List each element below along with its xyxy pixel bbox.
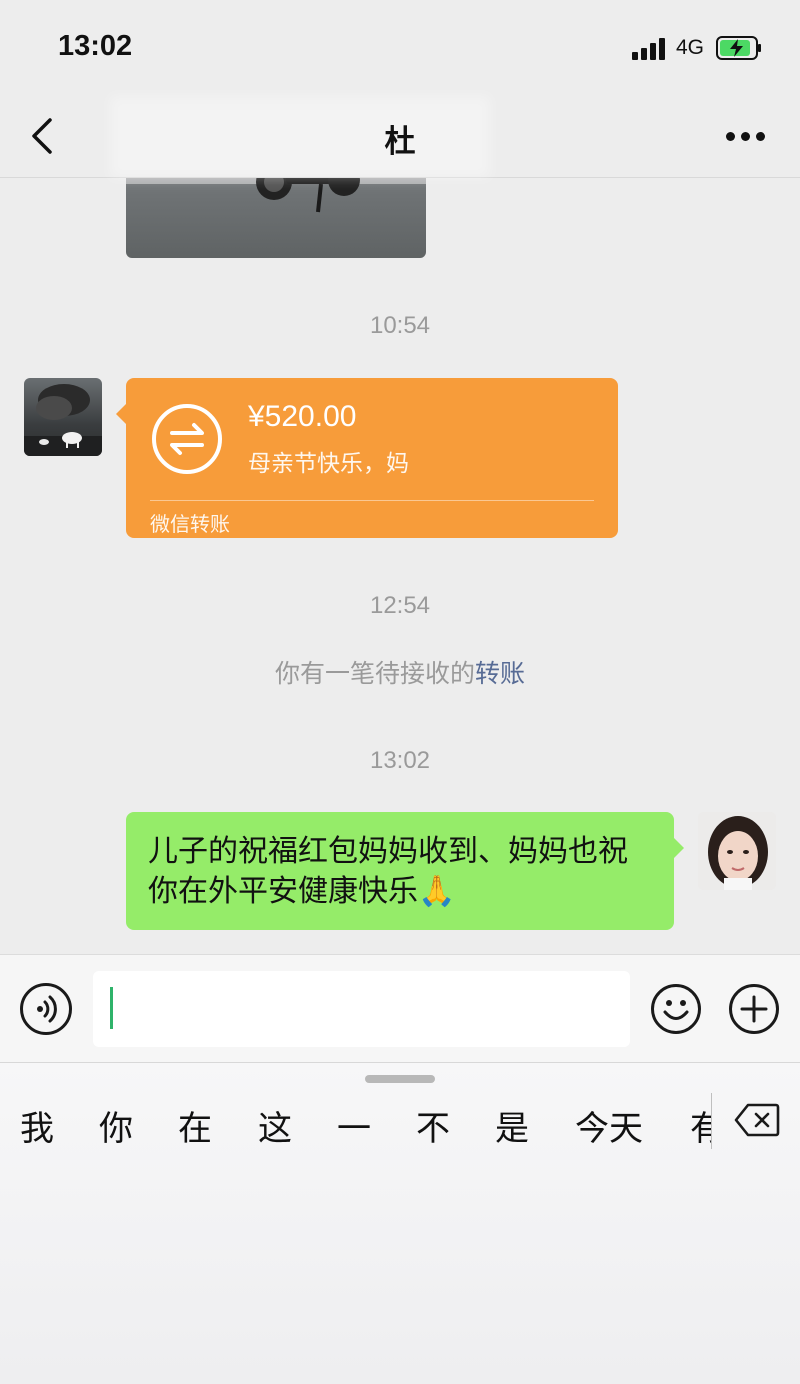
divider <box>150 500 594 501</box>
backspace-icon[interactable] <box>734 1103 780 1137</box>
transfer-arrows-icon <box>152 404 222 474</box>
battery-charging-icon <box>716 36 761 60</box>
candidate-word[interactable]: 我 <box>20 1101 54 1150</box>
my-avatar[interactable] <box>698 812 776 890</box>
candidate-word[interactable]: 这 <box>258 1101 292 1150</box>
message-input-bar <box>0 954 800 1062</box>
signal-strength-icon <box>632 38 668 60</box>
keyboard: 我 你 在 这 一 不 是 今天 有 <box>0 1062 800 1384</box>
timestamp: 10:54 <box>369 312 431 339</box>
candidate-word[interactable]: 你 <box>99 1101 133 1150</box>
divider <box>711 1093 712 1149</box>
more-options-icon[interactable] <box>720 124 770 148</box>
keyboard-handle[interactable] <box>365 1075 435 1083</box>
candidate-word[interactable]: 是 <box>495 1101 529 1150</box>
candidate-word[interactable]: 不 <box>416 1101 450 1150</box>
contact-avatar[interactable] <box>24 378 102 456</box>
message-text-field[interactable] <box>93 971 630 1047</box>
outgoing-message-bubble[interactable]: 儿子的祝福红包妈妈收到、妈妈也祝你在外平安健康快乐🙏 <box>126 812 684 930</box>
transfer-label: 微信转账 <box>150 512 230 536</box>
candidate-word[interactable]: 有 <box>690 1101 711 1150</box>
transfer-link[interactable]: 转账 <box>475 659 525 688</box>
network-type: 4G <box>676 36 705 59</box>
candidate-word[interactable]: 一 <box>337 1101 371 1150</box>
emoji-icon[interactable] <box>650 983 702 1035</box>
text-caret <box>110 987 113 1029</box>
add-plus-icon[interactable] <box>728 983 780 1035</box>
chat-header: 杜 <box>0 96 800 178</box>
avatar-image <box>24 384 102 456</box>
system-message-text: 你有一笔待接收的 <box>274 659 475 688</box>
status-bar: 13:02 4G <box>0 0 800 96</box>
wechat-transfer-card[interactable]: ¥520.00 母亲节快乐，妈 微信转账 <box>116 378 618 538</box>
candidate-word[interactable]: 在 <box>178 1101 212 1150</box>
transfer-amount: ¥520.00 <box>248 400 357 433</box>
timestamp: 12:54 <box>369 592 431 619</box>
status-time: 13:02 <box>58 30 133 62</box>
timestamp: 13:02 <box>369 747 431 774</box>
voice-wave-icon <box>37 995 57 1023</box>
avatar-image <box>698 812 776 890</box>
voice-input-button[interactable] <box>20 983 72 1035</box>
transfer-note: 母亲节快乐，妈 <box>248 451 409 477</box>
chat-title: 杜 <box>384 124 416 160</box>
system-message: 你有一笔待接收的转账 <box>0 654 800 690</box>
candidate-word[interactable]: 今天 <box>575 1101 643 1150</box>
